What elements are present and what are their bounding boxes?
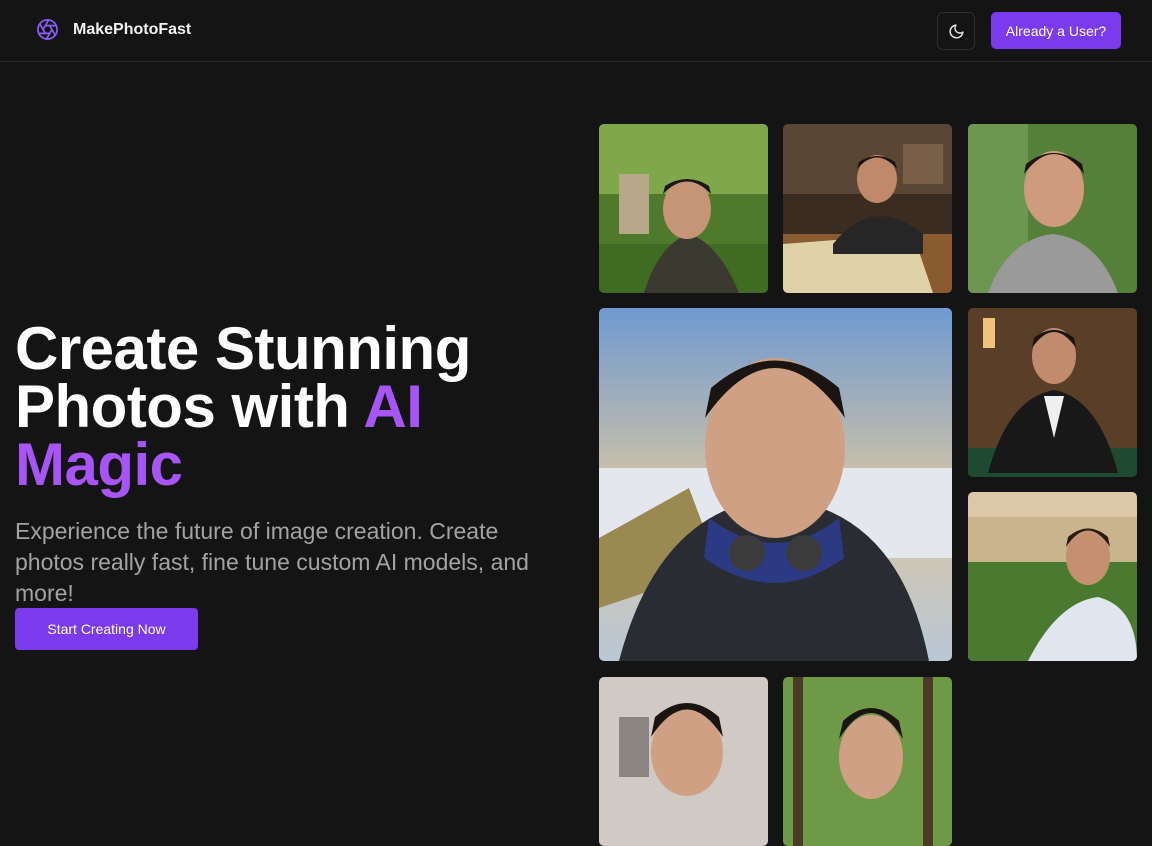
start-creating-button[interactable]: Start Creating Now <box>15 608 198 650</box>
brand-name: MakePhotoFast <box>73 20 192 38</box>
gallery-photo-garden <box>599 124 768 293</box>
theme-toggle-button[interactable] <box>937 12 975 50</box>
hero-title-line1: Create Stunning <box>15 315 471 382</box>
hero-title-line2: Photos with <box>15 373 364 440</box>
login-button[interactable]: Already a User? <box>991 12 1121 49</box>
brand[interactable]: MakePhotoFast <box>36 18 191 41</box>
gallery-photo-indoor <box>599 677 768 846</box>
hero-title-accent-magic: Magic <box>15 431 183 498</box>
gallery-photo-forest <box>783 677 952 846</box>
gallery-photo-casino-tuxedo <box>968 308 1137 477</box>
hero-subtitle: Experience the future of image creation.… <box>15 518 529 606</box>
hero-section: Create Stunning Photos with AI Magic Exp… <box>15 319 575 609</box>
gallery-photo-lakeside <box>968 492 1137 661</box>
gallery-photo-smiling-outdoor <box>968 124 1137 293</box>
gallery-photo-mountain-selfie <box>599 308 952 661</box>
moon-icon <box>948 23 965 40</box>
hero-title-accent-ai: AI <box>363 373 423 440</box>
gallery-photo-map-table <box>783 124 952 293</box>
aperture-icon <box>36 18 59 41</box>
top-navbar: MakePhotoFast Already a User? <box>0 0 1152 62</box>
hero-title: Create Stunning Photos with AI Magic <box>15 319 575 495</box>
